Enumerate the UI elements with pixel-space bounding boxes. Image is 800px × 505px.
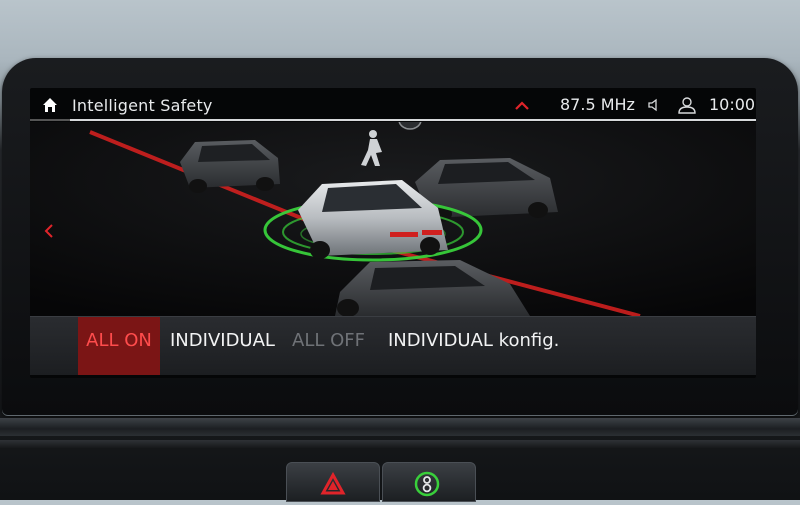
safety-mode-menu: ALL ON INDIVIDUAL ALL OFF INDIVIDUAL kon… [30,316,756,375]
speaker-icon[interactable] [647,98,661,112]
profile-icon[interactable] [677,96,697,114]
clock: 10:00 [709,95,756,114]
drive-mode-button[interactable] [382,462,476,502]
drive-mode-icon [414,471,440,497]
vehicle-rear-left [180,140,280,193]
option-all-off[interactable]: ALL OFF [292,317,365,375]
status-bar: Intelligent Safety 87.5 MHz 10:00 [30,88,756,122]
home-icon[interactable] [42,97,58,113]
page-title: Intelligent Safety [72,96,213,115]
option-individual[interactable]: INDIVIDUAL [170,317,275,375]
status-divider-left [30,119,70,121]
infotainment-screen: Intelligent Safety 87.5 MHz 10:00 ALL ON… [30,88,756,378]
hazard-icon [320,471,346,495]
option-all-on[interactable]: ALL ON [78,317,160,375]
dashboard-trim-lower [0,440,800,448]
safety-scene [30,122,756,316]
hazard-button[interactable] [286,462,380,502]
dashboard-trim [0,418,800,436]
radio-frequency[interactable]: 87.5 MHz [560,95,635,114]
status-divider [70,119,756,121]
option-individual-config[interactable]: INDIVIDUAL konfig. [388,317,559,375]
chevron-up-icon[interactable] [515,100,529,110]
